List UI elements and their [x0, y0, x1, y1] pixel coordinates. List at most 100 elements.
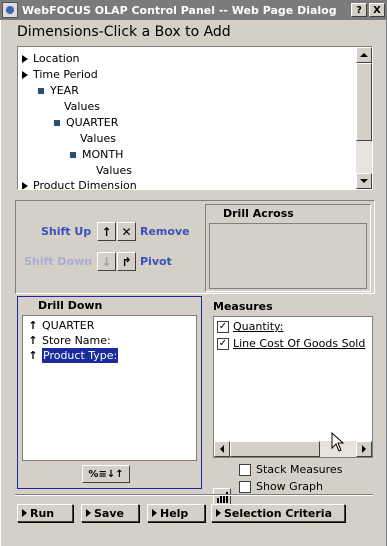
arrow-up-icon[interactable]: ↑ [27, 333, 39, 348]
x-icon: ✕ [121, 224, 132, 239]
mouse-pointer-icon [331, 432, 345, 452]
list-item[interactable]: ↑ Store Name: [27, 333, 111, 348]
tree-item-label: Values [64, 100, 100, 113]
expand-arrow-icon[interactable] [22, 55, 28, 63]
remove-label[interactable]: Remove [140, 225, 190, 238]
arrow-left-icon [220, 445, 224, 453]
expand-arrow-icon[interactable] [22, 182, 28, 189]
tree-item-label: Product Dimension [33, 179, 137, 190]
arrow-up-icon [360, 53, 368, 57]
tree-item-month[interactable]: MONTH [70, 147, 123, 163]
show-graph-label: Show Graph [256, 480, 323, 493]
pivot-arrow-icon: ↱ [121, 254, 132, 269]
measures-list[interactable]: ✓ Quantity: ✓ Line Cost Of Goods Sold [213, 316, 373, 458]
app-icon [2, 2, 18, 18]
tree-item-label: Time Period [33, 68, 98, 81]
drill-down-list[interactable]: ↑ QUARTER ↑ Store Name: ↑ Product Type: [22, 315, 197, 461]
tree-item-location[interactable]: Location [22, 51, 80, 67]
dialog-body: Dimensions-Click a Box to Add Location T… [0, 20, 387, 546]
help-button[interactable]: Help [147, 504, 205, 522]
tree-item-label: YEAR [50, 84, 79, 97]
stack-measures-option[interactable]: Stack Measures [239, 463, 342, 476]
help-label: Help [160, 506, 189, 520]
measures-horizontal-scrollbar[interactable] [214, 441, 372, 457]
shift-up-label[interactable]: Shift Up [41, 225, 91, 238]
remove-button[interactable]: ✕ [117, 222, 136, 241]
play-arrow-icon [216, 509, 221, 517]
list-item-selected[interactable]: ↑ Product Type: [27, 348, 119, 363]
play-arrow-icon [86, 509, 91, 517]
arrow-up-icon: ↑ [101, 224, 112, 239]
arrow-down-icon [360, 179, 368, 183]
measure-label[interactable]: Line Cost Of Goods Sold [233, 337, 365, 350]
measure-item-line-cost[interactable]: ✓ Line Cost Of Goods Sold [217, 336, 365, 351]
checkbox-unchecked[interactable] [239, 480, 251, 493]
close-title-button[interactable]: X [369, 3, 385, 17]
scroll-right-button[interactable] [356, 441, 372, 457]
show-graph-option[interactable]: Show Graph [239, 480, 323, 493]
drill-down-panel: Drill Down ↑ QUARTER ↑ Store Name: ↑ Pro… [17, 296, 202, 489]
save-button[interactable]: Save [81, 504, 139, 522]
tree-item-label: QUARTER [66, 116, 119, 129]
help-title-button[interactable]: ? [351, 3, 367, 17]
arrow-down-icon: ↓ [101, 254, 112, 269]
selection-criteria-button[interactable]: Selection Criteria [211, 504, 345, 522]
scroll-left-button[interactable] [214, 441, 230, 457]
tree-item-month-values[interactable]: Values [96, 163, 132, 179]
drill-down-heading: Drill Down [38, 299, 103, 312]
footer-divider [15, 494, 373, 496]
node-square-icon [54, 120, 60, 126]
drill-across-list[interactable] [209, 223, 367, 289]
scroll-thumb[interactable] [230, 441, 320, 457]
tree-item-label: Values [96, 164, 132, 177]
sort-options-button[interactable]: %≡↓↑ [82, 465, 130, 483]
node-square-icon [38, 88, 44, 94]
arrow-up-icon[interactable]: ↑ [27, 348, 39, 363]
shift-up-button[interactable]: ↑ [97, 222, 116, 241]
stack-measures-label: Stack Measures [256, 463, 343, 476]
run-button[interactable]: Run [17, 504, 73, 522]
arrow-right-icon [362, 445, 366, 453]
measure-item-quantity[interactable]: ✓ Quantity: [217, 319, 283, 334]
drill-across-heading: Drill Across [223, 207, 294, 220]
title-bar: WebFOCUS OLAP Control Panel -- Web Page … [0, 0, 387, 20]
tree-item-label: Values [80, 132, 116, 145]
scroll-thumb[interactable] [356, 63, 372, 141]
checkbox-unchecked[interactable] [239, 463, 251, 476]
tree-item-product-dimension[interactable]: Product Dimension [22, 178, 137, 190]
checkbox-checked[interactable]: ✓ [217, 320, 229, 333]
shift-down-label: Shift Down [24, 255, 93, 268]
shift-down-button: ↓ [97, 252, 116, 271]
scroll-up-button[interactable] [356, 47, 372, 63]
measures-panel: Measures ✓ Quantity: ✓ Line Cost Of Good… [211, 298, 375, 462]
dimensions-heading: Dimensions-Click a Box to Add [17, 24, 231, 40]
tree-item-quarter-values[interactable]: Values [80, 131, 116, 147]
tree-item-label: MONTH [82, 148, 124, 161]
list-item[interactable]: ↑ QUARTER [27, 318, 94, 333]
measure-label[interactable]: Quantity: [233, 320, 283, 333]
tree-item-label: Location [33, 52, 80, 65]
tree-item-time-period[interactable]: Time Period [22, 67, 98, 83]
list-item-label: Store Name: [42, 334, 111, 347]
checkbox-checked[interactable]: ✓ [217, 337, 229, 350]
pivot-button[interactable]: ↱ [117, 252, 136, 271]
run-label: Run [30, 506, 55, 520]
tree-item-year-values[interactable]: Values [64, 99, 100, 115]
scroll-down-button[interactable] [356, 173, 372, 189]
measures-heading: Measures [213, 300, 273, 313]
selection-criteria-label: Selection Criteria [224, 506, 332, 520]
save-label: Save [94, 506, 124, 520]
list-item-label: Product Type: [42, 348, 119, 363]
tree-vertical-scrollbar[interactable] [356, 47, 372, 189]
arrow-up-icon[interactable]: ↑ [27, 318, 39, 333]
tree-item-year[interactable]: YEAR [38, 83, 79, 99]
pivot-label[interactable]: Pivot [140, 255, 172, 268]
play-arrow-icon [22, 509, 27, 517]
drill-across-panel: Drill Across [205, 204, 371, 292]
node-square-icon [70, 152, 76, 158]
list-item-label: QUARTER [42, 319, 95, 332]
tree-item-quarter[interactable]: QUARTER [54, 115, 118, 131]
dimensions-tree: Location Time Period YEAR Values QUARTER… [17, 46, 373, 190]
expand-arrow-icon[interactable] [22, 71, 28, 79]
play-arrow-icon [152, 509, 157, 517]
